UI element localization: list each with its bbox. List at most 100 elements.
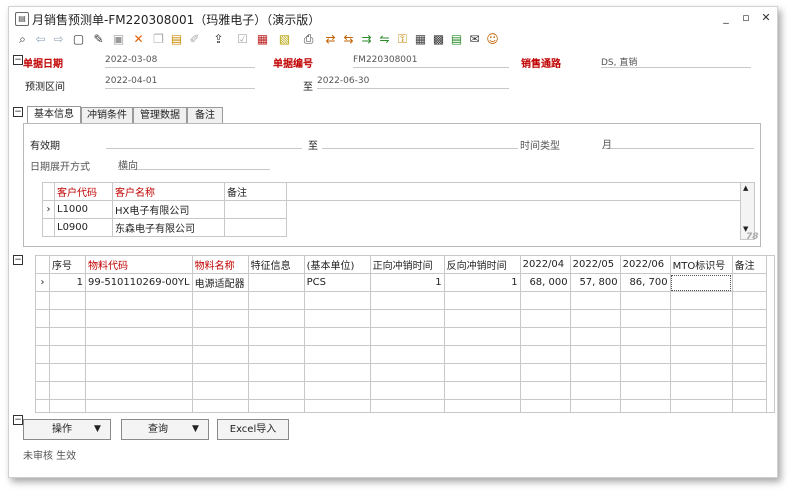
chevron-down-icon: ▼: [94, 424, 101, 434]
save-icon[interactable]: ▣: [111, 31, 126, 47]
time-type-field[interactable]: 月: [602, 136, 754, 151]
customer-name-header[interactable]: 客户名称: [112, 182, 225, 201]
arrow-right-icon[interactable]: ⇨: [51, 31, 66, 47]
edit-icon[interactable]: ✎: [91, 31, 106, 47]
seq-cell[interactable]: 1: [49, 273, 86, 292]
lock-icon[interactable]: ⚿: [395, 31, 410, 47]
print-icon[interactable]: ⎙: [301, 31, 316, 47]
table-row[interactable]: [36, 291, 767, 310]
material-code-header[interactable]: 物料代码: [85, 256, 193, 274]
customer-name-cell[interactable]: HX电子有限公司: [112, 200, 225, 219]
month-06-cell[interactable]: 86, 700: [619, 273, 671, 292]
remark-cell[interactable]: [731, 273, 767, 292]
table-row[interactable]: [36, 399, 767, 412]
route-icon[interactable]: ⇄: [323, 31, 338, 47]
reverse-writeoff-cell[interactable]: 1: [443, 273, 521, 292]
table-row[interactable]: › 1 99-510110269-00YL 电源适配器 PCS 1 1 68, …: [36, 273, 767, 292]
scroll-up-icon[interactable]: ▲: [743, 184, 748, 192]
material-name-header[interactable]: 物料名称: [191, 256, 249, 274]
report-icon[interactable]: ▦: [255, 31, 270, 47]
query-button[interactable]: 查询 ▼: [121, 419, 209, 440]
customer-row[interactable]: L0900 东森电子有限公司: [42, 218, 741, 237]
month-04-cell[interactable]: 68, 000: [519, 273, 571, 292]
date-expand-field[interactable]: 横向: [118, 157, 270, 172]
month-04-header[interactable]: 2022/04: [519, 256, 571, 274]
approve-icon[interactable]: ☑: [235, 31, 250, 47]
valid-to-field[interactable]: [322, 136, 518, 149]
arrow-left-icon[interactable]: ⇦: [33, 31, 48, 47]
customer-table: 客户代码 客户名称 备注 › L1000 HX电子有限公司 L0900 东森电子…: [42, 182, 741, 237]
valid-from-field[interactable]: [106, 136, 302, 149]
new-icon[interactable]: ▢: [71, 31, 86, 47]
lines-collapse-icon[interactable]: −: [13, 255, 23, 265]
tab-write-off[interactable]: 冲销条件: [81, 107, 133, 123]
tab-remark[interactable]: 备注: [187, 107, 223, 123]
excel-import-button[interactable]: Excel导入: [217, 419, 289, 440]
material-code-cell[interactable]: 99-510110269-00YL: [85, 273, 193, 292]
feature-header[interactable]: 特征信息: [247, 256, 305, 274]
link-icon[interactable]: ⇋: [377, 31, 392, 47]
excel-icon[interactable]: ▤: [449, 31, 464, 47]
forward-writeoff-cell[interactable]: 1: [369, 273, 445, 292]
chevron-down-icon: ▼: [192, 424, 199, 434]
doc-no-field[interactable]: FM220308001: [353, 55, 509, 68]
merge-icon[interactable]: ⇉: [359, 31, 374, 47]
customer-remark-cell[interactable]: [224, 218, 287, 237]
customer-code-cell[interactable]: L1000: [54, 200, 113, 219]
month-05-header[interactable]: 2022/05: [569, 256, 621, 274]
chart-icon[interactable]: ▧: [277, 31, 292, 47]
customer-name-cell[interactable]: 东森电子有限公司: [112, 218, 225, 237]
period-from-field[interactable]: 2022-04-01: [105, 76, 255, 89]
table-row[interactable]: [36, 327, 767, 346]
table-row[interactable]: [36, 381, 767, 400]
table-row[interactable]: [36, 309, 767, 328]
month-05-cell[interactable]: 57, 800: [569, 273, 621, 292]
chat-icon[interactable]: ☺: [485, 31, 500, 47]
unit-cell[interactable]: PCS: [303, 273, 371, 292]
lines-grid: 序号 物料代码 物料名称 特征信息 (基本单位) 正向冲销时间 反向冲销时间 2…: [35, 255, 775, 413]
table-row[interactable]: [36, 363, 767, 382]
mto-header[interactable]: MTO标识号: [669, 256, 733, 274]
customer-code-header[interactable]: 客户代码: [54, 182, 113, 201]
attach-icon[interactable]: ✐: [187, 31, 202, 47]
split-icon[interactable]: ⇆: [341, 31, 356, 47]
time-type-label: 时间类型: [520, 141, 560, 152]
header-collapse-icon[interactable]: −: [13, 55, 23, 65]
table-row[interactable]: [36, 345, 767, 364]
tab-basic-info[interactable]: 基本信息: [27, 106, 81, 124]
operate-button[interactable]: 操作 ▼: [23, 419, 111, 440]
grid-icon[interactable]: ▦: [413, 31, 428, 47]
search-doc-icon[interactable]: ⌕: [15, 31, 30, 47]
minimize-button[interactable]: _: [717, 10, 735, 26]
submit-icon[interactable]: ⇪: [211, 31, 226, 47]
maximize-button[interactable]: ▫: [737, 10, 755, 26]
remark-header[interactable]: 备注: [731, 256, 767, 274]
doc-date-field[interactable]: 2022-03-08: [105, 55, 255, 68]
material-name-cell[interactable]: 电源适配器: [191, 273, 249, 292]
actions-collapse-icon[interactable]: −: [13, 415, 23, 425]
sales-channel-field[interactable]: DS, 直销: [601, 55, 751, 68]
customer-row[interactable]: › L1000 HX电子有限公司: [42, 200, 741, 219]
tabs-collapse-icon[interactable]: −: [13, 107, 23, 117]
forward-writeoff-header[interactable]: 正向冲销时间: [369, 256, 445, 274]
calc-icon[interactable]: ▩: [431, 31, 446, 47]
customer-remark-cell[interactable]: [224, 200, 287, 219]
paste-icon[interactable]: ▤: [169, 31, 184, 47]
customer-code-cell[interactable]: L0900: [54, 218, 113, 237]
unit-header[interactable]: (基本单位): [303, 256, 371, 274]
customer-remark-header[interactable]: 备注: [224, 182, 287, 201]
seq-header[interactable]: 序号: [49, 256, 86, 274]
period-to-field[interactable]: 2022-06-30: [317, 76, 509, 89]
valid-period-label: 有效期: [30, 141, 60, 152]
mail-icon[interactable]: ✉: [467, 31, 482, 47]
tab-management[interactable]: 管理数据: [133, 107, 187, 123]
feature-cell[interactable]: [247, 273, 305, 292]
close-button[interactable]: ✕: [757, 10, 775, 26]
window-title: 月销售预测单-FM220308001（玛雅电子）（演示版）: [32, 13, 321, 27]
delete-icon[interactable]: ✕: [131, 31, 146, 47]
copy-icon[interactable]: ❐: [151, 31, 166, 47]
mto-cell[interactable]: [669, 273, 733, 292]
customer-header-row: 客户代码 客户名称 备注: [42, 182, 741, 201]
reverse-writeoff-header[interactable]: 反向冲销时间: [443, 256, 521, 274]
month-06-header[interactable]: 2022/06: [619, 256, 671, 274]
